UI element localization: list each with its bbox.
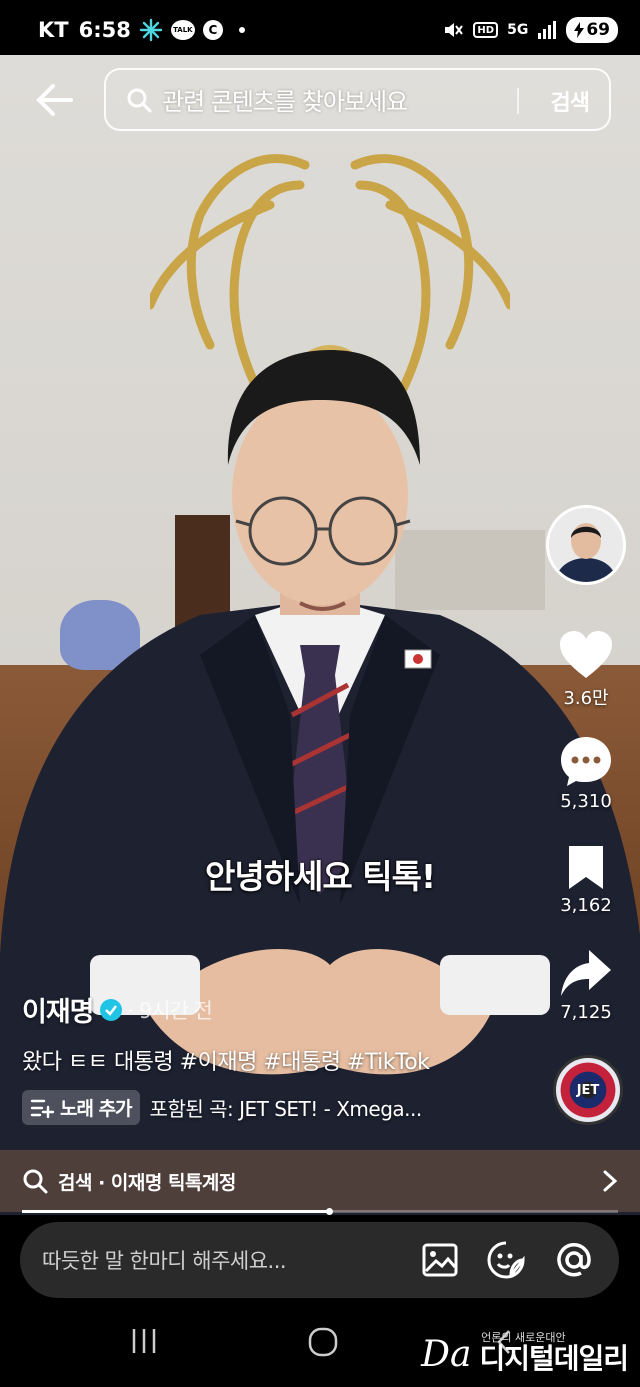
- battery-icon: 69: [566, 17, 618, 43]
- playlist-add-icon: [30, 1099, 54, 1118]
- watermark-name: 디지털데일리: [479, 1342, 629, 1375]
- share-count: 7,125: [560, 1002, 612, 1023]
- status-left: KT 6:58 TALK C: [38, 18, 245, 42]
- music-row: 노래 추가 포함된 곡: JET SET! - Xmega...: [22, 1090, 422, 1125]
- network-5g-icon: 5G: [507, 22, 529, 38]
- clock: 6:58: [78, 18, 131, 42]
- publisher-watermark: Da 언론의 새로운대안 디지털데일리: [421, 1331, 629, 1375]
- heart-icon: [560, 631, 612, 678]
- comment-placeholder: 따듯한 말 한마디 해주세요...: [42, 1249, 287, 1273]
- comment-button[interactable]: 5,310: [541, 735, 631, 812]
- save-button[interactable]: 3,162: [541, 843, 631, 916]
- search-divider: [517, 88, 519, 114]
- perplexity-icon: [139, 18, 163, 42]
- image-icon[interactable]: [420, 1240, 460, 1280]
- comment-input[interactable]: 따듯한 말 한마디 해주세요...: [20, 1222, 619, 1298]
- home-circle-icon: [308, 1327, 338, 1357]
- progress-knob[interactable]: [325, 1208, 333, 1215]
- author-avatar[interactable]: [546, 505, 626, 585]
- post-caption[interactable]: 왔다 ㅌㅌ 대통령 #이재명 #대통령 #TikTok: [22, 1044, 430, 1076]
- status-bar: KT 6:58 TALK C HD 5G 69: [0, 0, 640, 60]
- status-right: HD 5G 69: [442, 17, 618, 43]
- comment-count: 5,310: [560, 791, 612, 812]
- emoji-sticker-icon[interactable]: [486, 1240, 526, 1280]
- add-song-button[interactable]: 노래 추가: [22, 1090, 140, 1125]
- music-info[interactable]: 포함된 곡: JET SET! - Xmega...: [150, 1093, 423, 1122]
- recent-apps-button[interactable]: [130, 1326, 158, 1360]
- search-icon: [127, 88, 152, 112]
- carrier-label: KT: [38, 18, 69, 42]
- back-button[interactable]: [30, 80, 80, 120]
- search-button[interactable]: 검색: [551, 85, 590, 117]
- c-icon: C: [202, 20, 223, 40]
- mention-icon[interactable]: [554, 1240, 594, 1280]
- like-button[interactable]: 3.6만: [541, 630, 631, 710]
- chevron-right-icon: [603, 1170, 618, 1192]
- notification-dot-icon: [238, 27, 245, 33]
- recent-apps-icon: [132, 1329, 156, 1353]
- related-search-link[interactable]: 검색 · 이재명 틱톡계정: [0, 1150, 640, 1212]
- search-icon: [23, 1169, 48, 1194]
- like-count: 3.6만: [563, 688, 609, 709]
- arrow-left-icon: [36, 84, 73, 116]
- share-button[interactable]: 7,125: [541, 948, 631, 1023]
- hd-icon: HD: [473, 22, 499, 38]
- save-count: 3,162: [560, 895, 612, 916]
- add-song-label: 노래 추가: [60, 1098, 133, 1120]
- kakaotalk-icon: TALK: [170, 20, 195, 40]
- bookmark-icon: [569, 846, 603, 889]
- home-button[interactable]: [307, 1326, 339, 1362]
- verified-badge-icon: [99, 998, 122, 1021]
- progress-fill: [22, 1210, 329, 1213]
- post-time: · 9시간 전: [127, 998, 213, 1023]
- related-search-label: 검색 · 이재명 틱톡계정: [58, 1171, 236, 1194]
- battery-level: 69: [586, 20, 610, 40]
- comment-bubble-icon: [561, 737, 611, 786]
- watermark-tagline: 언론의 새로운대안: [481, 1331, 566, 1344]
- author-row: 이재명 · 9시간 전: [22, 990, 213, 1029]
- search-input[interactable]: 관련 콘텐츠를 찾아보세요 검색: [104, 68, 611, 131]
- mute-icon: [442, 19, 464, 41]
- share-arrow-icon: [561, 950, 611, 996]
- watermark-logo: Da: [421, 1334, 472, 1375]
- signal-icon: [537, 21, 557, 39]
- video-progress-bar[interactable]: [22, 1208, 618, 1215]
- author-name[interactable]: 이재명: [22, 990, 95, 1029]
- music-disc[interactable]: JET: [553, 1055, 623, 1125]
- search-placeholder: 관련 콘텐츠를 찾아보세요: [162, 88, 408, 116]
